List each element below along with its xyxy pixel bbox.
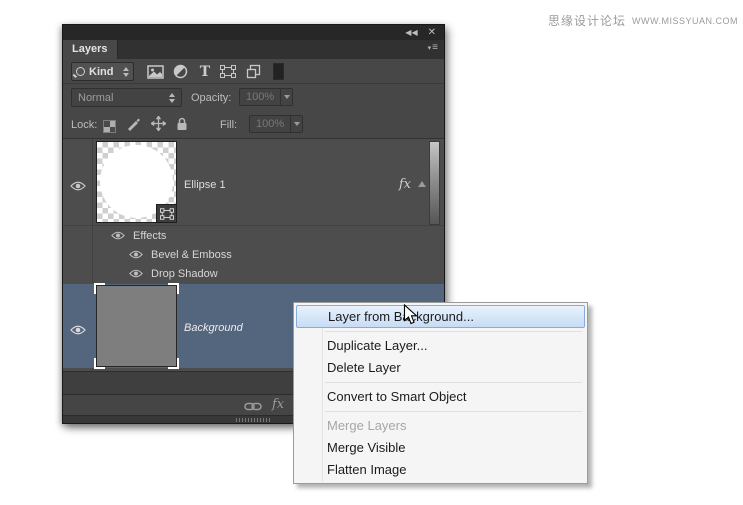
menu-separator	[325, 411, 582, 412]
menu-item-merge-visible[interactable]: Merge Visible	[296, 437, 585, 459]
opacity-input[interactable]: 100%	[239, 88, 293, 106]
selection-corner-icon	[94, 283, 105, 294]
layer-thumbnail-ellipse[interactable]	[96, 141, 177, 223]
type-layer-filter-icon[interactable]: T	[196, 63, 214, 80]
resize-grip-icon[interactable]	[236, 418, 272, 422]
chevron-updown-icon	[169, 93, 175, 103]
menu-item-duplicate-layer[interactable]: Duplicate Layer...	[296, 335, 585, 357]
visibility-eye-icon[interactable]	[70, 178, 86, 196]
search-icon	[76, 67, 85, 76]
fill-value: 100%	[250, 118, 290, 130]
menu-separator	[325, 382, 582, 383]
shape-layer-badge-icon	[156, 204, 177, 223]
blend-mode-row: Normal Opacity: 100%	[63, 84, 444, 111]
menu-item-convert-to-smart-object[interactable]: Convert to Smart Object	[296, 386, 585, 408]
panel-menu-icon[interactable]: ▾ ≡	[428, 43, 438, 53]
effect-label-drop-shadow: Drop Shadow	[151, 268, 218, 280]
effects-group-label: Effects	[133, 230, 166, 242]
layer-style-icon[interactable]: fx	[272, 397, 284, 412]
pixel-layer-filter-icon[interactable]	[146, 63, 164, 80]
site-watermark: 思缘设计论坛 WWW.MISSYUAN.COM	[548, 12, 738, 29]
selection-corner-icon	[94, 358, 105, 369]
filter-toggle-switch[interactable]	[269, 63, 287, 80]
menu-item-layer-from-background[interactable]: Layer from Background...	[296, 305, 585, 328]
lock-all-icon[interactable]	[176, 117, 188, 136]
watermark-url-text: WWW.MISSYUAN.COM	[632, 16, 738, 26]
filter-kind-label: Kind	[89, 66, 119, 78]
visibility-eye-icon[interactable]	[70, 322, 86, 340]
watermark-chinese-text: 思缘设计论坛	[548, 12, 626, 29]
selection-corner-icon	[168, 283, 179, 294]
opacity-value: 100%	[240, 91, 280, 103]
adjustment-layer-filter-icon[interactable]	[171, 63, 189, 80]
lock-transparency-icon[interactable]	[103, 120, 116, 133]
menu-item-delete-layer[interactable]: Delete Layer	[296, 357, 585, 379]
smart-object-filter-icon[interactable]	[244, 63, 262, 80]
opacity-dropdown-icon[interactable]	[280, 89, 292, 105]
effect-label-bevel-emboss: Bevel & Emboss	[151, 249, 232, 261]
layer-name-background[interactable]: Background	[184, 322, 243, 334]
lock-paint-icon[interactable]	[126, 117, 141, 136]
visibility-eye-icon[interactable]	[129, 246, 143, 264]
tab-layers[interactable]: Layers	[63, 40, 118, 59]
panel-titlebar: ◀◀ ✕	[63, 25, 444, 40]
menu-item-flatten-image[interactable]: Flatten Image	[296, 459, 585, 481]
fill-label: Fill:	[220, 119, 237, 131]
layer-fx-badge: fx	[399, 177, 411, 192]
effect-row-bevel-emboss[interactable]: Bevel & Emboss	[63, 245, 444, 264]
lock-position-icon[interactable]	[151, 116, 166, 136]
opacity-label: Opacity:	[191, 92, 231, 104]
layer-thumbnail-background[interactable]	[96, 285, 177, 367]
fill-dropdown-icon[interactable]	[290, 116, 302, 132]
effects-group-row[interactable]: Effects	[63, 226, 444, 245]
lock-label: Lock:	[71, 119, 97, 131]
visibility-eye-icon[interactable]	[111, 227, 125, 245]
fill-input[interactable]: 100%	[249, 115, 303, 133]
menu-separator	[325, 331, 582, 332]
blend-mode-dropdown[interactable]: Normal	[71, 88, 182, 107]
layer-name-ellipse[interactable]: Ellipse 1	[184, 179, 226, 191]
blend-mode-value: Normal	[78, 92, 169, 104]
collapse-panel-icon[interactable]: ◀◀	[405, 29, 417, 37]
collapse-effects-icon[interactable]	[418, 181, 426, 187]
chevron-updown-icon	[123, 67, 129, 77]
menu-item-merge-layers: Merge Layers	[296, 415, 585, 437]
mouse-cursor-icon	[403, 304, 418, 331]
filter-row: Kind T	[63, 59, 444, 84]
shape-layer-filter-icon[interactable]	[219, 63, 237, 80]
panel-tabstrip: Layers ▾ ≡	[63, 40, 444, 59]
lock-row: Lock: Fill: 100%	[63, 111, 444, 139]
selection-corner-icon	[168, 358, 179, 369]
effect-row-drop-shadow[interactable]: Drop Shadow	[63, 264, 444, 283]
panel-scrollbar-thumb[interactable]	[429, 141, 440, 225]
visibility-eye-icon[interactable]	[129, 265, 143, 283]
close-panel-icon[interactable]: ✕	[428, 28, 436, 38]
layer-row-ellipse[interactable]: Ellipse 1 fx	[63, 139, 444, 226]
filter-kind-dropdown[interactable]: Kind	[71, 62, 134, 81]
layer-context-menu: Layer from Background... Duplicate Layer…	[293, 302, 588, 484]
